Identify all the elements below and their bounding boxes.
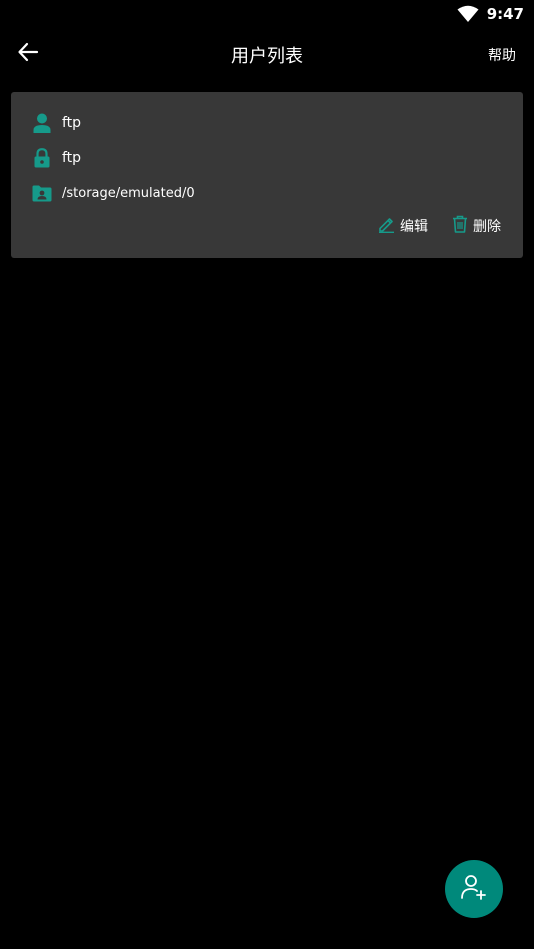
edit-label: 编辑	[400, 219, 428, 235]
pencil-icon	[378, 215, 395, 237]
toolbar: 用户列表 帮助	[0, 28, 534, 82]
status-bar: 9:47	[0, 0, 534, 28]
person-icon	[31, 112, 53, 134]
arrow-left-icon	[17, 41, 39, 67]
password-row: ftp	[31, 146, 81, 170]
add-user-button[interactable]	[445, 860, 503, 918]
delete-button[interactable]: 删除	[452, 215, 501, 237]
path-row: /storage/emulated/0	[31, 181, 195, 205]
username-row: ftp	[31, 111, 81, 135]
wifi-icon	[457, 5, 479, 23]
screen: 9:47 用户列表 帮助 ftp ftp /storage/emulated/0…	[0, 0, 534, 949]
folder-account-icon	[31, 182, 53, 204]
add-user-icon	[460, 873, 488, 905]
page-title: 用户列表	[231, 46, 303, 67]
status-time: 9:47	[486, 5, 524, 23]
user-card[interactable]: ftp ftp /storage/emulated/0 编辑 删除	[11, 92, 523, 258]
delete-label: 删除	[473, 219, 501, 235]
help-button[interactable]: 帮助	[488, 28, 516, 82]
lock-icon	[31, 147, 53, 169]
password-value: ftp	[62, 150, 82, 166]
card-actions: 编辑 删除	[378, 215, 501, 237]
username-value: ftp	[62, 115, 82, 131]
path-value: /storage/emulated/0	[62, 185, 195, 201]
edit-button[interactable]: 编辑	[378, 215, 428, 237]
back-button[interactable]	[10, 36, 46, 72]
trash-icon	[452, 215, 468, 237]
